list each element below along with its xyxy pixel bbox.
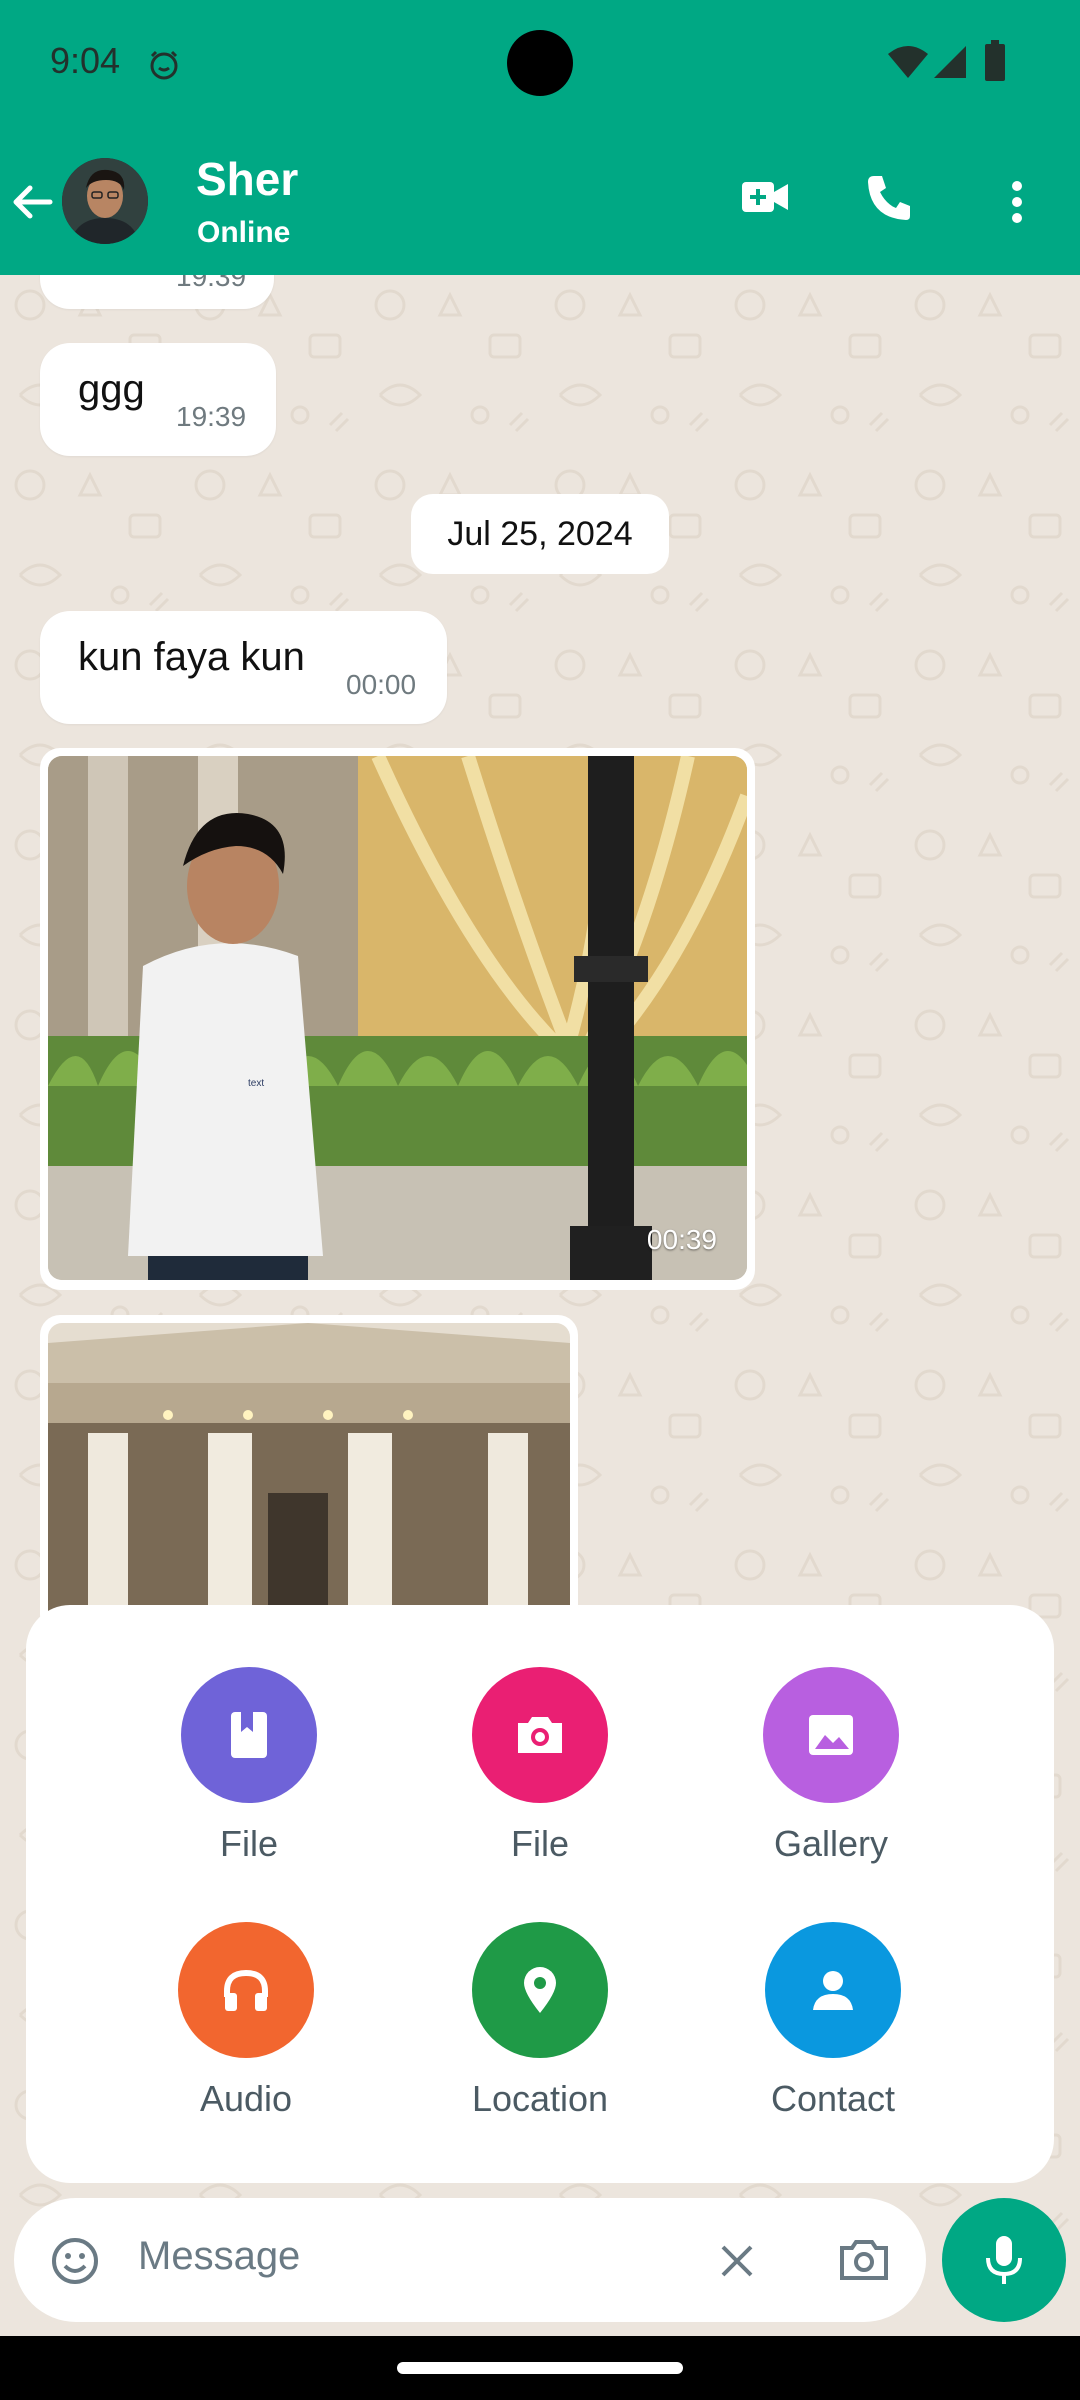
location-pin-icon	[472, 1922, 608, 2058]
svg-text:text: text	[248, 1078, 264, 1089]
image-thumbnail[interactable]	[48, 1323, 570, 1643]
attach-option-label: Audio	[199, 2078, 293, 2119]
back-arrow-icon[interactable]	[8, 178, 56, 226]
system-navigation-bar	[0, 2336, 1080, 2400]
attachment-sheet: File File Gallery Audio Location Contact	[26, 1605, 1054, 2183]
close-icon[interactable]	[717, 2241, 757, 2281]
video-call-icon[interactable]	[740, 176, 790, 218]
message-text: kun faya kun	[78, 635, 305, 679]
chat-screen: 9:04 Sher Online 19:39 ggg 19:39 Jul 25,…	[0, 0, 1080, 2400]
camera-cutout	[507, 30, 573, 96]
more-options-icon[interactable]	[1003, 178, 1031, 226]
battery-icon	[985, 40, 1005, 81]
attach-option-label: Gallery	[773, 1823, 889, 1864]
contact-name[interactable]: Sher	[196, 152, 298, 206]
emoji-icon[interactable]	[50, 2236, 100, 2286]
message-bubble[interactable]: kun faya kun 00:00	[40, 611, 447, 724]
video-duration: 00:39	[646, 1224, 717, 1255]
date-divider-label: Jul 25, 2024	[447, 515, 633, 553]
message-time: 19:39	[176, 275, 247, 292]
message-bubble-partial[interactable]: g 19:39	[40, 275, 274, 309]
message-bubble[interactable]: ggg 19:39	[40, 343, 276, 456]
attach-gallery-option[interactable]: Gallery	[726, 1667, 936, 1877]
attach-option-label: File	[510, 1823, 569, 1864]
camera-icon	[472, 1667, 608, 1803]
message-text: ggg	[78, 367, 145, 411]
image-message[interactable]	[40, 1315, 578, 1643]
person-icon	[765, 1922, 901, 2058]
message-input[interactable]: Message	[138, 2234, 300, 2279]
avatar[interactable]	[62, 158, 148, 244]
status-time: 9:04	[50, 40, 121, 81]
home-indicator[interactable]	[397, 2362, 683, 2374]
attach-contact-option[interactable]: Contact	[728, 1922, 938, 2132]
attach-camera-option[interactable]: File	[435, 1667, 645, 1877]
alarm-icon	[150, 50, 178, 80]
message-time: 19:39	[176, 401, 247, 432]
phone-call-icon[interactable]	[864, 172, 914, 222]
contact-status: Online	[197, 216, 291, 249]
message-time: 00:00	[346, 669, 417, 700]
status-bar: 9:04	[0, 0, 1080, 128]
mic-button[interactable]	[942, 2198, 1066, 2322]
attach-option-label: Location	[471, 2078, 609, 2119]
attach-location-option[interactable]: Location	[435, 1922, 645, 2132]
book-icon	[181, 1667, 317, 1803]
attach-option-label: Contact	[770, 2078, 896, 2119]
image-icon	[763, 1667, 899, 1803]
wifi-icon	[888, 46, 928, 78]
video-message[interactable]: text 00:39	[40, 748, 755, 1290]
attach-file-option[interactable]: File	[144, 1667, 354, 1877]
message-composer: Message	[14, 2198, 926, 2322]
video-thumbnail[interactable]: text 00:39	[48, 756, 747, 1280]
chat-header: Sher Online	[0, 128, 1080, 275]
camera-icon[interactable]	[838, 2236, 890, 2282]
attach-audio-option[interactable]: Audio	[141, 1922, 351, 2132]
headphones-icon	[178, 1922, 314, 2058]
attach-option-label: File	[219, 1823, 278, 1864]
date-divider: Jul 25, 2024	[411, 494, 669, 574]
signal-icon	[934, 46, 966, 78]
mic-icon	[986, 2236, 1022, 2284]
